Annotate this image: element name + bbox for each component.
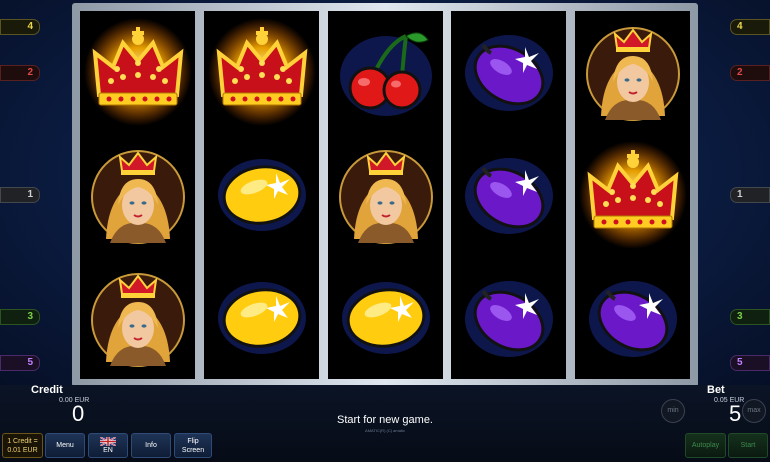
status-message: Start for new game. [337, 414, 433, 426]
crown-symbol [80, 11, 195, 133]
reels-frame [72, 3, 698, 387]
menu-button[interactable]: Menu [45, 433, 85, 458]
reel-2 [204, 11, 319, 379]
reel-1 [80, 11, 195, 379]
reel-4 [451, 11, 566, 379]
lady-symbol [328, 134, 443, 256]
crown-symbol [575, 134, 690, 256]
payline-marker-left-2: 2 [0, 65, 40, 81]
flag-icon [100, 436, 116, 446]
reel-3 [328, 11, 443, 379]
language-label: EN [103, 446, 113, 454]
lady-symbol [80, 134, 195, 256]
lemon-symbol [204, 257, 319, 379]
autoplay-button[interactable]: Autoplay [685, 433, 726, 458]
flip-label-line1: Flip [187, 437, 199, 445]
payline-marker-right-5: 5 [730, 355, 770, 371]
payline-marker-left-4: 4 [0, 19, 40, 35]
flip-label-line2: Screen [181, 446, 205, 454]
payline-marker-right-4: 4 [730, 19, 770, 35]
credit-label: Credit [31, 384, 63, 396]
start-button[interactable]: Start [728, 433, 768, 458]
payline-marker-right-3: 3 [730, 309, 770, 325]
lemon-symbol [328, 257, 443, 379]
payline-marker-left-3: 3 [0, 309, 40, 325]
denomination-line2: 0.01 EUR [7, 447, 38, 454]
lady-symbol [80, 257, 195, 379]
plum-symbol [451, 257, 566, 379]
cherries-symbol [328, 11, 443, 133]
plum-symbol [451, 134, 566, 256]
payline-marker-left-1: 1 [0, 187, 40, 203]
plum-symbol [575, 257, 690, 379]
payline-marker-right-2: 2 [730, 65, 770, 81]
reel-5 [575, 11, 690, 379]
payline-marker-right-1: 1 [730, 187, 770, 203]
info-button[interactable]: Info [131, 433, 171, 458]
bet-label: Bet [707, 384, 725, 396]
denomination-button[interactable]: 1 Credit = 0.01 EUR [2, 433, 43, 458]
lemon-symbol [204, 134, 319, 256]
plum-symbol [451, 11, 566, 133]
lady-symbol [575, 11, 690, 133]
language-button[interactable]: EN [88, 433, 128, 458]
crown-symbol [204, 11, 319, 133]
payline-marker-left-5: 5 [0, 355, 40, 371]
denomination-line1: 1 Credit = [7, 438, 38, 445]
flip-screen-button[interactable]: Flip Screen [174, 433, 212, 458]
